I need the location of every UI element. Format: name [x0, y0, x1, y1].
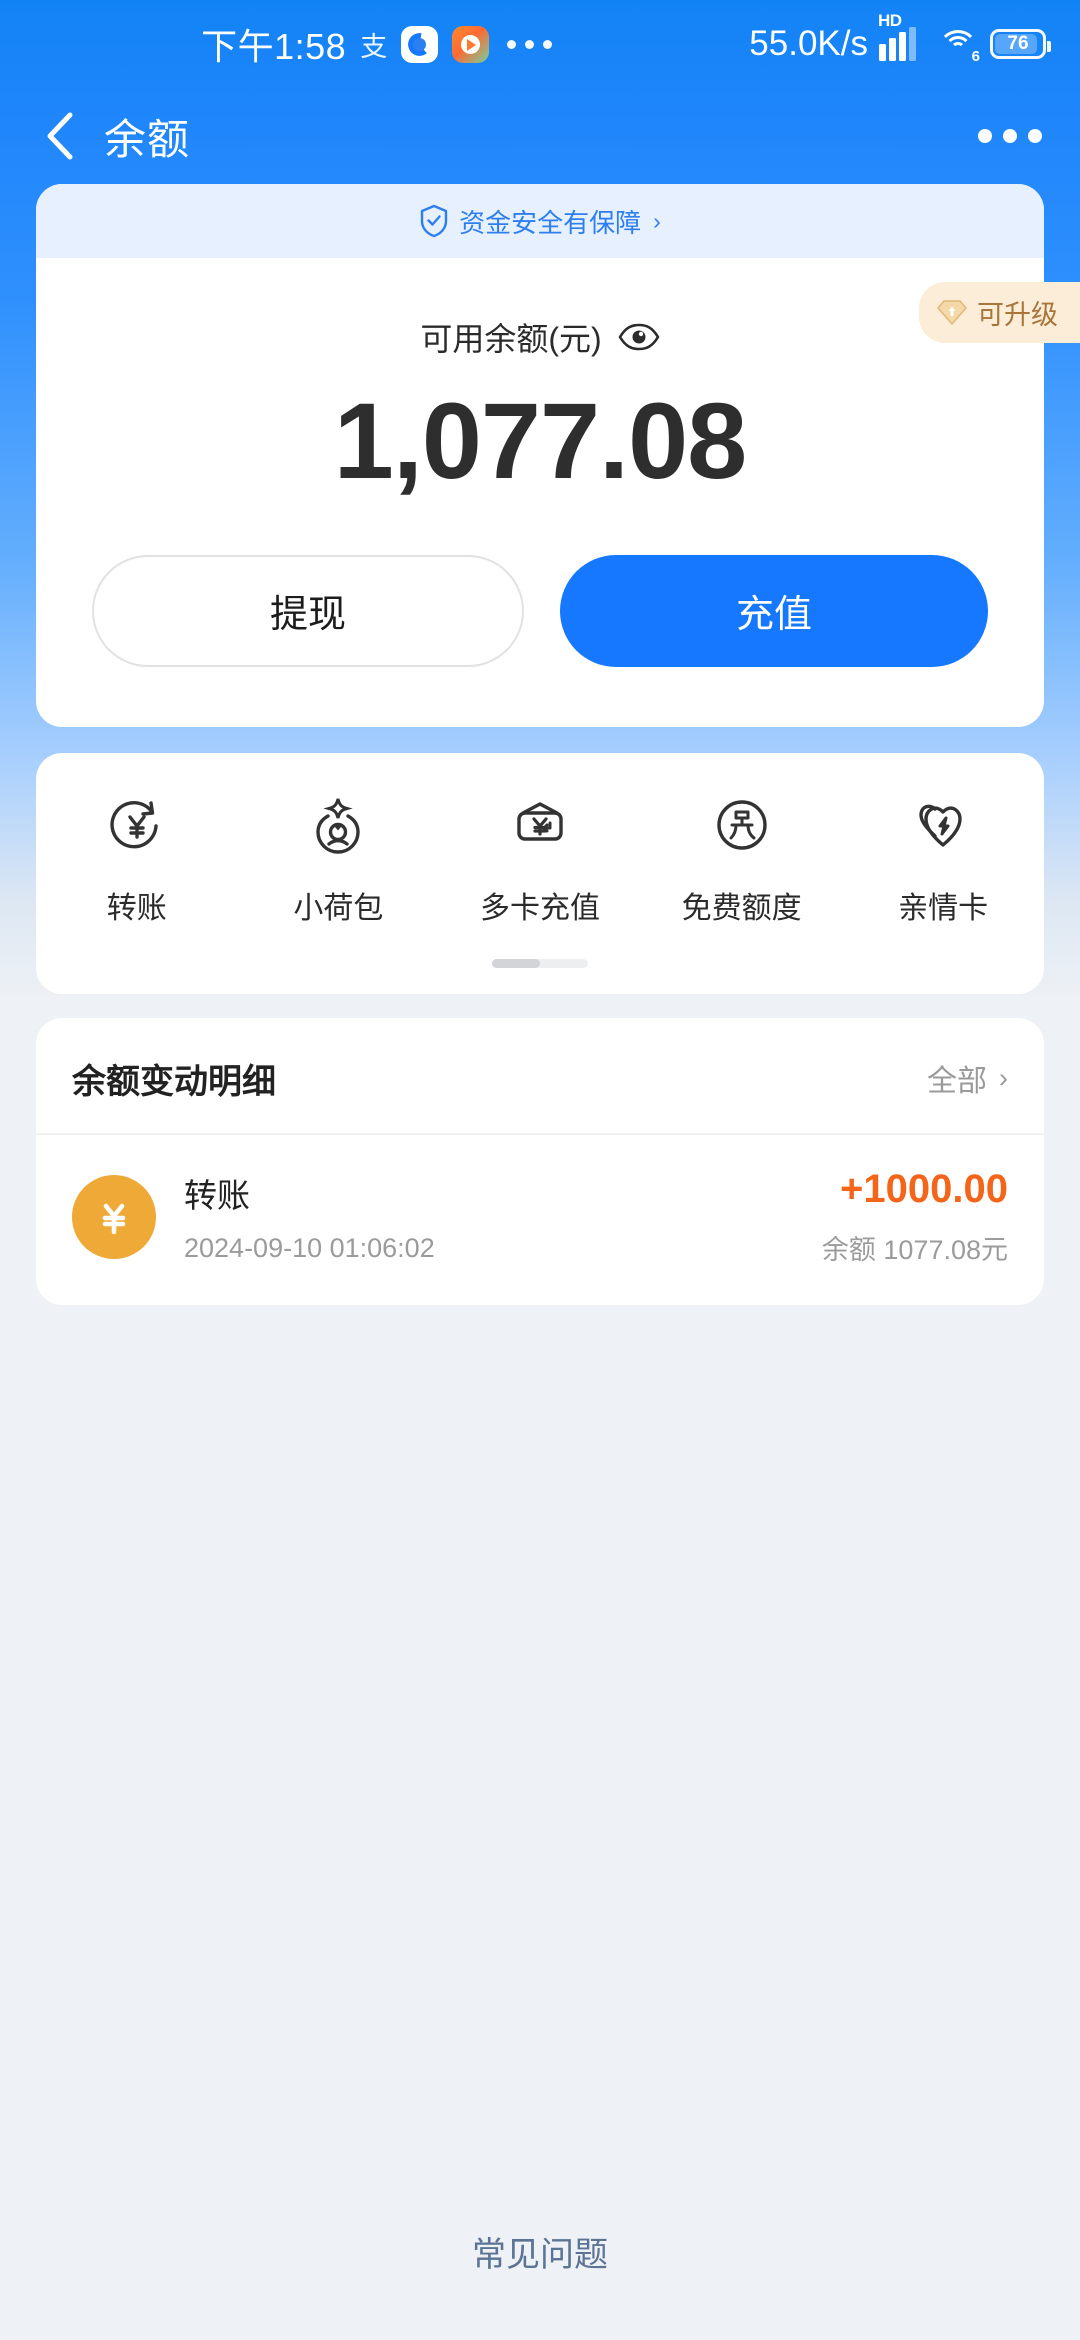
navigation-bar: 余额 [0, 88, 1080, 184]
status-time: 下午1:58 [201, 26, 347, 67]
upgrade-badge-label: 可升级 [977, 300, 1058, 330]
transaction-title: 转账 [184, 1177, 250, 1215]
transaction-amount: +1000.00 [840, 1166, 1008, 1211]
quick-action-label: 亲情卡 [898, 891, 989, 925]
eye-visible-icon[interactable] [618, 323, 660, 351]
chevron-right-icon: › [653, 207, 661, 234]
back-button[interactable] [34, 110, 86, 162]
table-row[interactable]: 转账 2024-09-10 01:06:02 +1000.00 余额 1077.… [36, 1135, 1044, 1305]
more-horizontal-icon[interactable] [974, 115, 1046, 157]
quick-action-transfer[interactable]: 转账 [36, 793, 238, 927]
quick-action-label: 多卡充值 [479, 891, 600, 925]
chevron-right-icon: › [999, 1062, 1008, 1093]
quick-action-small-pouch[interactable]: 小荷包 [238, 793, 440, 927]
upgrade-badge[interactable]: 可升级 [919, 282, 1080, 343]
balance-display: 可用余额(元) 1,077.08 可升级 [36, 258, 1080, 501]
wifi-icon: 6 [937, 27, 980, 65]
alipay-notification-icon [401, 25, 439, 63]
transaction-info: 转账 2024-09-10 01:06:02 [184, 1169, 794, 1264]
quick-action-label: 小荷包 [293, 891, 384, 925]
balance-amount: 1,077.08 [333, 380, 747, 501]
transaction-values: +1000.00 余额 1077.08元 [822, 1167, 1008, 1267]
quick-actions-row: 转账 小荷包 多卡充值 免费额度 亲情卡 [36, 793, 1044, 927]
balance-page: 下午1:58 支 55.0K/s HD 6 76 余额 资金安全有保障 › 可用… [0, 0, 1080, 2340]
quick-action-family-card[interactable]: 亲情卡 [842, 793, 1044, 927]
wifi-generation-label: 6 [971, 48, 980, 65]
quick-action-free-quota[interactable]: 免费额度 [641, 793, 843, 927]
page-title: 余额 [104, 115, 191, 163]
recharge-button[interactable]: 充值 [560, 554, 988, 667]
free-quota-icon [712, 793, 772, 857]
cellular-signal-icon: HD [878, 11, 926, 61]
network-speed-label: 55.0K/s [749, 24, 868, 63]
balance-label-row: 可用余额(元) [36, 314, 1044, 360]
notification-overflow-icon [507, 39, 553, 49]
quick-action-label: 免费额度 [681, 891, 802, 925]
balance-detail-header: 余额变动明细 全部 › [36, 1018, 1044, 1133]
shield-check-icon [420, 204, 448, 238]
balance-label: 可用余额(元) [420, 321, 602, 357]
fund-safety-text: 资金安全有保障 [459, 207, 642, 238]
withdraw-button[interactable]: 提现 [92, 554, 524, 667]
battery-icon: 76 [990, 29, 1051, 59]
balance-detail-card: 余额变动明细 全部 › 转账 2024-09-10 01:06:02 +1000… [36, 1017, 1044, 1305]
transaction-time: 2024-09-10 01:06:02 [184, 1233, 435, 1264]
view-all-button[interactable]: 全部 › [927, 1056, 1008, 1100]
multi-card-recharge-icon [510, 793, 570, 857]
faq-link[interactable]: 常见问题 [472, 2236, 608, 2274]
yuan-circle-icon [72, 1174, 156, 1259]
status-bar-left: 下午1:58 支 [4, 18, 749, 70]
small-pouch-icon [308, 793, 368, 857]
hd-label: HD [878, 11, 902, 30]
family-card-icon [913, 793, 973, 857]
yuan-transfer-icon [107, 793, 167, 857]
status-bar-right: 55.0K/s HD 6 76 [749, 11, 1051, 65]
detail-section-title: 余额变动明细 [72, 1062, 276, 1101]
view-all-label: 全部 [927, 1065, 987, 1099]
gem-upgrade-icon [937, 300, 967, 325]
balance-actions: 提现 充值 [36, 501, 1044, 727]
video-app-notification-icon [452, 25, 490, 63]
transaction-balance-after: 余额 1077.08元 [821, 1234, 1008, 1265]
quick-action-multi-card-recharge[interactable]: 多卡充值 [439, 793, 641, 927]
quick-action-label: 转账 [106, 891, 167, 925]
alipay-glyph-icon: 支 [360, 31, 388, 62]
quick-actions-scroll-indicator[interactable] [492, 958, 588, 968]
quick-actions-card: 转账 小荷包 多卡充值 免费额度 亲情卡 [36, 752, 1044, 994]
fund-safety-banner[interactable]: 资金安全有保障 › [36, 184, 1044, 258]
balance-card: 资金安全有保障 › 可用余额(元) 1,077.08 可升级 提现 充值 [36, 184, 1080, 727]
page-footer: 常见问题 [0, 2227, 1080, 2276]
status-bar: 下午1:58 支 55.0K/s HD 6 76 [0, 0, 1080, 88]
